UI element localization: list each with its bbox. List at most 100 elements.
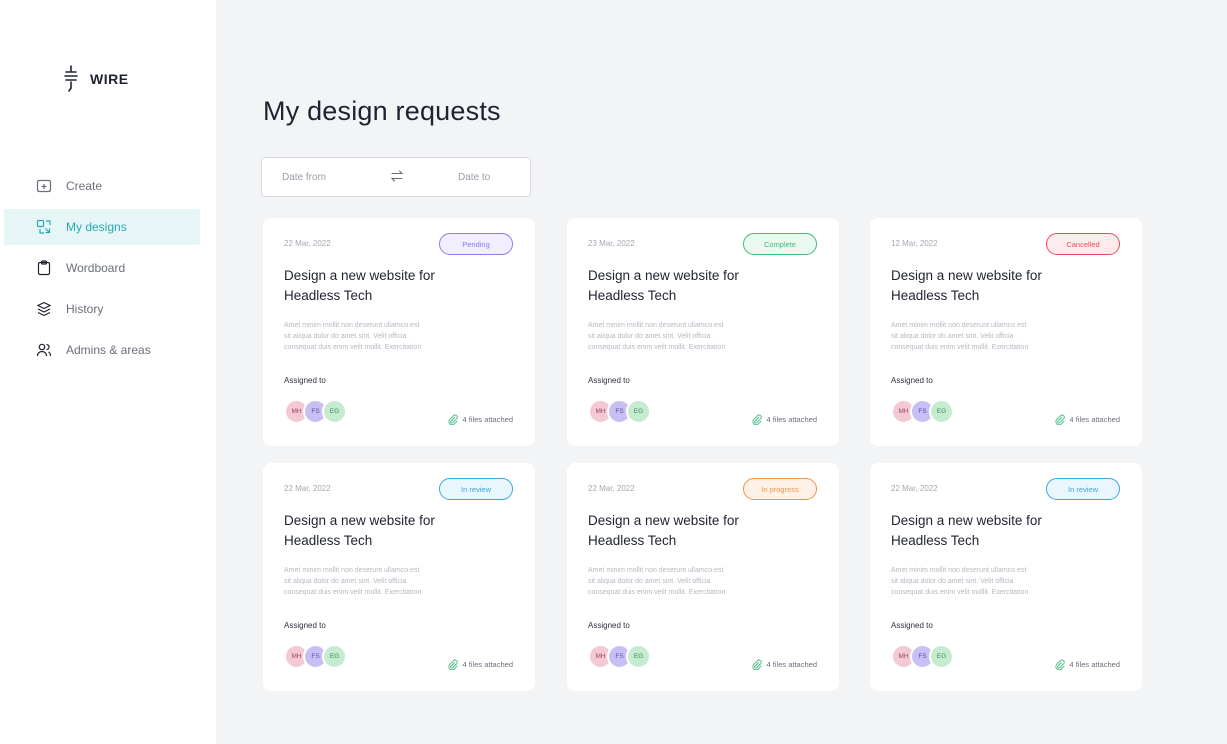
avatar-group: MH FS EG bbox=[891, 399, 954, 424]
paperclip-icon bbox=[447, 414, 458, 426]
create-icon bbox=[36, 178, 52, 194]
date-to-input[interactable]: Date to bbox=[458, 172, 490, 183]
assigned-label: Assigned to bbox=[588, 376, 630, 385]
card-title: Design a new website for Headless Tech bbox=[588, 266, 808, 306]
users-icon bbox=[36, 342, 52, 358]
paperclip-icon bbox=[1054, 659, 1065, 671]
card-description: Amet minim mollit non deserunt ullamco e… bbox=[891, 320, 1106, 353]
files-attached-text: 4 files attached bbox=[1069, 660, 1120, 669]
card-description-line: consequat duis enim velit mollit. Exerci… bbox=[284, 589, 422, 596]
sidebar-item-wordboard[interactable]: Wordboard bbox=[4, 250, 200, 286]
status-badge: Cancelled bbox=[1046, 233, 1120, 255]
status-badge: In review bbox=[1046, 478, 1120, 500]
card-title-line: Design a new website for bbox=[891, 268, 1042, 283]
card-description-line: sit aliqua dolor do amet sint. Velit off… bbox=[588, 333, 711, 340]
status-badge: Complete bbox=[743, 233, 817, 255]
request-card[interactable]: 22 Mar, 2022 In review Design a new webs… bbox=[263, 463, 535, 691]
card-date: 23 Mar, 2022 bbox=[588, 239, 635, 248]
card-title-line: Headless Tech bbox=[588, 533, 677, 548]
card-title-line: Design a new website for bbox=[284, 268, 435, 283]
request-card[interactable]: 22 Mar, 2022 In progress Design a new we… bbox=[567, 463, 839, 691]
avatar[interactable]: EG bbox=[626, 644, 651, 669]
sidebar-item-label: History bbox=[66, 302, 104, 316]
date-range-filter: Date from Date to bbox=[261, 157, 531, 197]
avatar[interactable]: EG bbox=[929, 644, 954, 669]
card-description-line: consequat duis enim velit mollit. Exerci… bbox=[284, 344, 422, 351]
clipboard-icon bbox=[36, 260, 52, 276]
files-attached-text: 4 files attached bbox=[766, 415, 817, 424]
avatar[interactable]: EG bbox=[322, 399, 347, 424]
card-title-line: Headless Tech bbox=[891, 533, 980, 548]
card-description-line: consequat duis enim velit mollit. Exerci… bbox=[588, 589, 726, 596]
card-title-line: Design a new website for bbox=[588, 268, 739, 283]
files-attached-link[interactable]: 4 files attached bbox=[447, 414, 513, 426]
card-date: 22 Mar, 2022 bbox=[284, 239, 331, 248]
card-description-line: sit aliqua dolor do amet sint. Velit off… bbox=[891, 578, 1014, 585]
card-title: Design a new website for Headless Tech bbox=[891, 511, 1111, 551]
designs-icon bbox=[36, 219, 52, 235]
card-description-line: Amet minim mollit non deserunt ullamco e… bbox=[588, 567, 724, 574]
sidebar-item-my-designs[interactable]: My designs bbox=[4, 209, 200, 245]
logo-text: WIRE bbox=[90, 71, 129, 87]
sidebar-item-label: Wordboard bbox=[66, 261, 126, 275]
request-card[interactable]: 12 Mar, 2022 Cancelled Design a new webs… bbox=[870, 218, 1142, 446]
request-card[interactable]: 22 Mar, 2022 In review Design a new webs… bbox=[870, 463, 1142, 691]
files-attached-text: 4 files attached bbox=[462, 660, 513, 669]
date-from-input[interactable]: Date from bbox=[282, 172, 326, 183]
avatar[interactable]: EG bbox=[626, 399, 651, 424]
logo[interactable]: WIRE bbox=[62, 64, 129, 94]
card-description: Amet minim mollit non deserunt ullamco e… bbox=[891, 565, 1106, 598]
sidebar: WIRE Create My designs Wordboard History bbox=[0, 0, 216, 744]
files-attached-link[interactable]: 4 files attached bbox=[1054, 659, 1120, 671]
paperclip-icon bbox=[751, 414, 762, 426]
page-title: My design requests bbox=[263, 96, 501, 126]
files-attached-text: 4 files attached bbox=[1069, 415, 1120, 424]
card-title: Design a new website for Headless Tech bbox=[891, 266, 1111, 306]
avatar[interactable]: EG bbox=[929, 399, 954, 424]
card-description-line: Amet minim mollit non deserunt ullamco e… bbox=[891, 567, 1027, 574]
avatar-group: MH FS EG bbox=[284, 399, 347, 424]
card-title: Design a new website for Headless Tech bbox=[284, 511, 504, 551]
card-title: Design a new website for Headless Tech bbox=[588, 511, 808, 551]
request-card[interactable]: 23 Mar, 2022 Complete Design a new websi… bbox=[567, 218, 839, 446]
card-description: Amet minim mollit non deserunt ullamco e… bbox=[284, 320, 499, 353]
status-badge: In progress bbox=[743, 478, 817, 500]
card-description-line: consequat duis enim velit mollit. Exerci… bbox=[891, 344, 1029, 351]
sidebar-nav: Create My designs Wordboard History Admi… bbox=[4, 168, 200, 373]
files-attached-link[interactable]: 4 files attached bbox=[1054, 414, 1120, 426]
files-attached-text: 4 files attached bbox=[766, 660, 817, 669]
files-attached-link[interactable]: 4 files attached bbox=[447, 659, 513, 671]
assigned-label: Assigned to bbox=[588, 621, 630, 630]
paperclip-icon bbox=[1054, 414, 1065, 426]
card-title-line: Design a new website for bbox=[284, 513, 435, 528]
sidebar-item-create[interactable]: Create bbox=[4, 168, 200, 204]
wire-logo-icon bbox=[62, 64, 80, 94]
card-title-line: Headless Tech bbox=[284, 288, 373, 303]
files-attached-link[interactable]: 4 files attached bbox=[751, 414, 817, 426]
paperclip-icon bbox=[447, 659, 458, 671]
files-attached-text: 4 files attached bbox=[462, 415, 513, 424]
avatar-group: MH FS EG bbox=[284, 644, 347, 669]
card-date: 12 Mar, 2022 bbox=[891, 239, 938, 248]
status-badge: Pending bbox=[439, 233, 513, 255]
avatar[interactable]: EG bbox=[322, 644, 347, 669]
card-description-line: Amet minim mollit non deserunt ullamco e… bbox=[588, 322, 724, 329]
files-attached-link[interactable]: 4 files attached bbox=[751, 659, 817, 671]
sidebar-item-label: Admins & areas bbox=[66, 343, 151, 357]
card-description-line: consequat duis enim velit mollit. Exerci… bbox=[891, 589, 1029, 596]
sidebar-item-history[interactable]: History bbox=[4, 291, 200, 327]
avatar-group: MH FS EG bbox=[588, 644, 651, 669]
card-date: 22 Mar, 2022 bbox=[588, 484, 635, 493]
card-description-line: sit aliqua dolor do amet sint. Velit off… bbox=[284, 578, 407, 585]
card-description-line: sit aliqua dolor do amet sint. Velit off… bbox=[284, 333, 407, 340]
card-title-line: Headless Tech bbox=[891, 288, 980, 303]
status-badge: In review bbox=[439, 478, 513, 500]
card-date: 22 Mar, 2022 bbox=[284, 484, 331, 493]
sidebar-item-admins-areas[interactable]: Admins & areas bbox=[4, 332, 200, 368]
card-description: Amet minim mollit non deserunt ullamco e… bbox=[284, 565, 499, 598]
card-date: 22 Mar, 2022 bbox=[891, 484, 938, 493]
swap-icon[interactable] bbox=[390, 169, 404, 183]
request-card[interactable]: 22 Mar, 2022 Pending Design a new websit… bbox=[263, 218, 535, 446]
assigned-label: Assigned to bbox=[891, 376, 933, 385]
card-description-line: sit aliqua dolor do amet sint. Velit off… bbox=[588, 578, 711, 585]
